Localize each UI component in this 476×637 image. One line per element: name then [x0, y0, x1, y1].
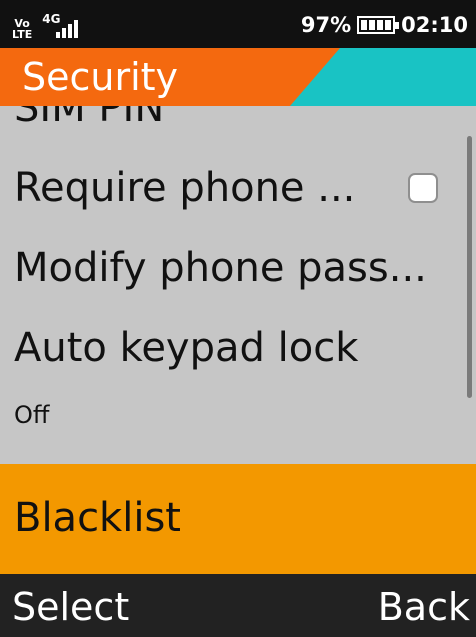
- status-left: Vo LTE 4G: [12, 10, 90, 40]
- scrollbar[interactable]: [467, 136, 472, 398]
- status-right: 97% 02:10: [301, 12, 468, 38]
- signal-bars: [56, 20, 79, 38]
- menu-item-blacklist[interactable]: Blacklist: [14, 494, 181, 542]
- title-bar: Security: [0, 48, 476, 106]
- back-softkey[interactable]: Back: [378, 584, 470, 630]
- signal-4g-icon: 4G: [42, 12, 90, 40]
- menu-item-sim-pin[interactable]: SIM PIN: [14, 106, 164, 132]
- select-softkey[interactable]: Select: [12, 584, 129, 630]
- clock: 02:10: [401, 13, 468, 37]
- status-bar: Vo LTE 4G 97% 02:10: [0, 0, 476, 48]
- page-title: Security: [22, 55, 179, 99]
- phone-screen: Vo LTE 4G 97% 02:10 Security SIM PIN Req…: [0, 0, 476, 637]
- checkbox-icon[interactable]: [408, 173, 438, 203]
- battery-icon: [357, 16, 400, 34]
- softkey-bar: Select Back: [0, 574, 476, 637]
- menu-item-require-phone-password[interactable]: Require phone ...: [14, 164, 355, 212]
- menu-item-modify-phone-password[interactable]: Modify phone pass...: [14, 244, 427, 292]
- volte-bottom: LTE: [12, 28, 33, 41]
- volte-icon: Vo LTE: [12, 18, 32, 40]
- menu-item-blacklist-row[interactable]: Blacklist: [0, 464, 476, 574]
- menu-list[interactable]: SIM PIN Require phone ... Modify phone p…: [0, 106, 476, 574]
- battery-percent: 97%: [300, 13, 352, 37]
- menu-item-auto-keypad-lock[interactable]: Auto keypad lock: [14, 324, 358, 372]
- auto-keypad-lock-value: Off: [14, 401, 50, 429]
